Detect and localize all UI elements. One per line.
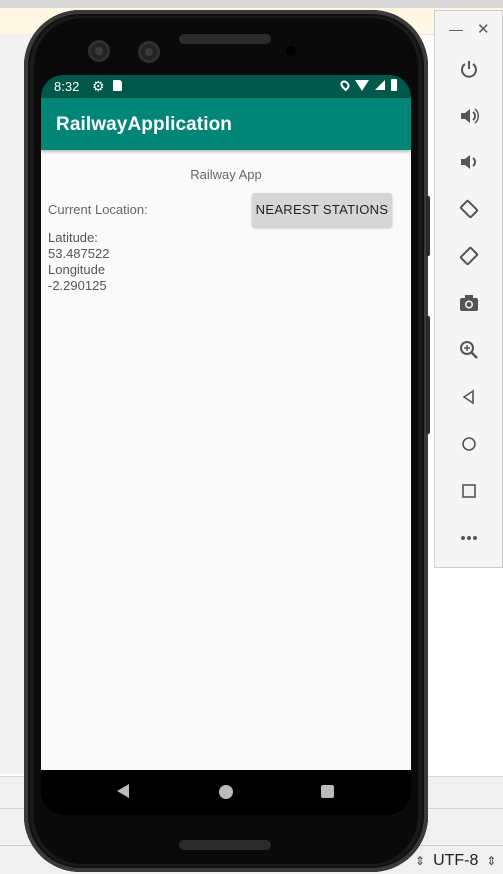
latitude-label: Latitude: [48,230,98,245]
front-camera-icon [88,40,110,62]
emulator-toolbar: — ✕ [434,10,503,568]
front-camera-icon [138,41,160,63]
battery-icon [391,79,397,91]
encoding-label[interactable]: UTF-8 [433,852,478,870]
proximity-sensor [286,46,296,56]
zoom-icon[interactable] [456,339,482,365]
home-icon[interactable] [456,433,482,459]
main-content: Railway App Current Location: NEAREST ST… [41,150,411,770]
sort-arrows-icon[interactable]: ⇕ [415,854,425,868]
gear-icon: ⚙ [92,78,105,94]
volume-down-icon[interactable] [456,151,482,177]
rotate-left-icon[interactable] [456,198,482,224]
location-icon [338,78,352,92]
side-button[interactable] [426,316,430,434]
camera-icon[interactable] [456,292,482,318]
ide-top-bar [0,0,503,8]
overview-icon[interactable] [456,480,482,506]
header-label: Railway App [190,167,262,182]
latitude-value: 53.487522 [48,246,110,261]
coordinates-block: Latitude: 53.487522 Longitude -2.290125 [48,230,109,294]
speaker-grille [179,840,271,850]
volume-up-icon[interactable] [456,105,482,131]
close-icon[interactable]: ✕ [477,20,490,38]
speaker-grille [179,34,271,44]
signal-icon [375,80,385,90]
rotate-right-icon[interactable] [456,245,482,271]
more-icon[interactable] [456,527,482,553]
nearest-stations-button[interactable]: NEAREST STATIONS [252,193,392,227]
emulator-window-controls: — ✕ [435,11,502,51]
longitude-value: -2.290125 [48,278,107,293]
back-icon[interactable] [456,386,482,412]
app-bar: RailwayApplication [41,98,411,150]
nav-back-icon[interactable] [117,784,129,798]
minimize-icon[interactable]: — [449,21,463,37]
nav-home-icon[interactable] [219,785,233,799]
current-location-label: Current Location: [48,202,148,217]
status-bar: 8:32 ⚙ [41,75,411,98]
ide-status-area: ⇕ UTF-8 ⇕ [415,852,496,870]
status-time: 8:32 [54,79,80,94]
wifi-icon [355,79,369,91]
sd-card-icon [113,80,122,91]
device-screen: 8:32 ⚙ RailwayApplication Railway App Cu… [41,75,411,815]
longitude-label: Longitude [48,262,106,277]
app-title: RailwayApplication [56,114,233,135]
power-icon[interactable] [456,58,482,84]
sort-arrows-icon[interactable]: ⇕ [486,854,496,868]
nav-recents-icon[interactable] [321,785,334,798]
side-button[interactable] [426,196,430,256]
status-icons [338,78,397,92]
navigation-bar [41,770,411,815]
